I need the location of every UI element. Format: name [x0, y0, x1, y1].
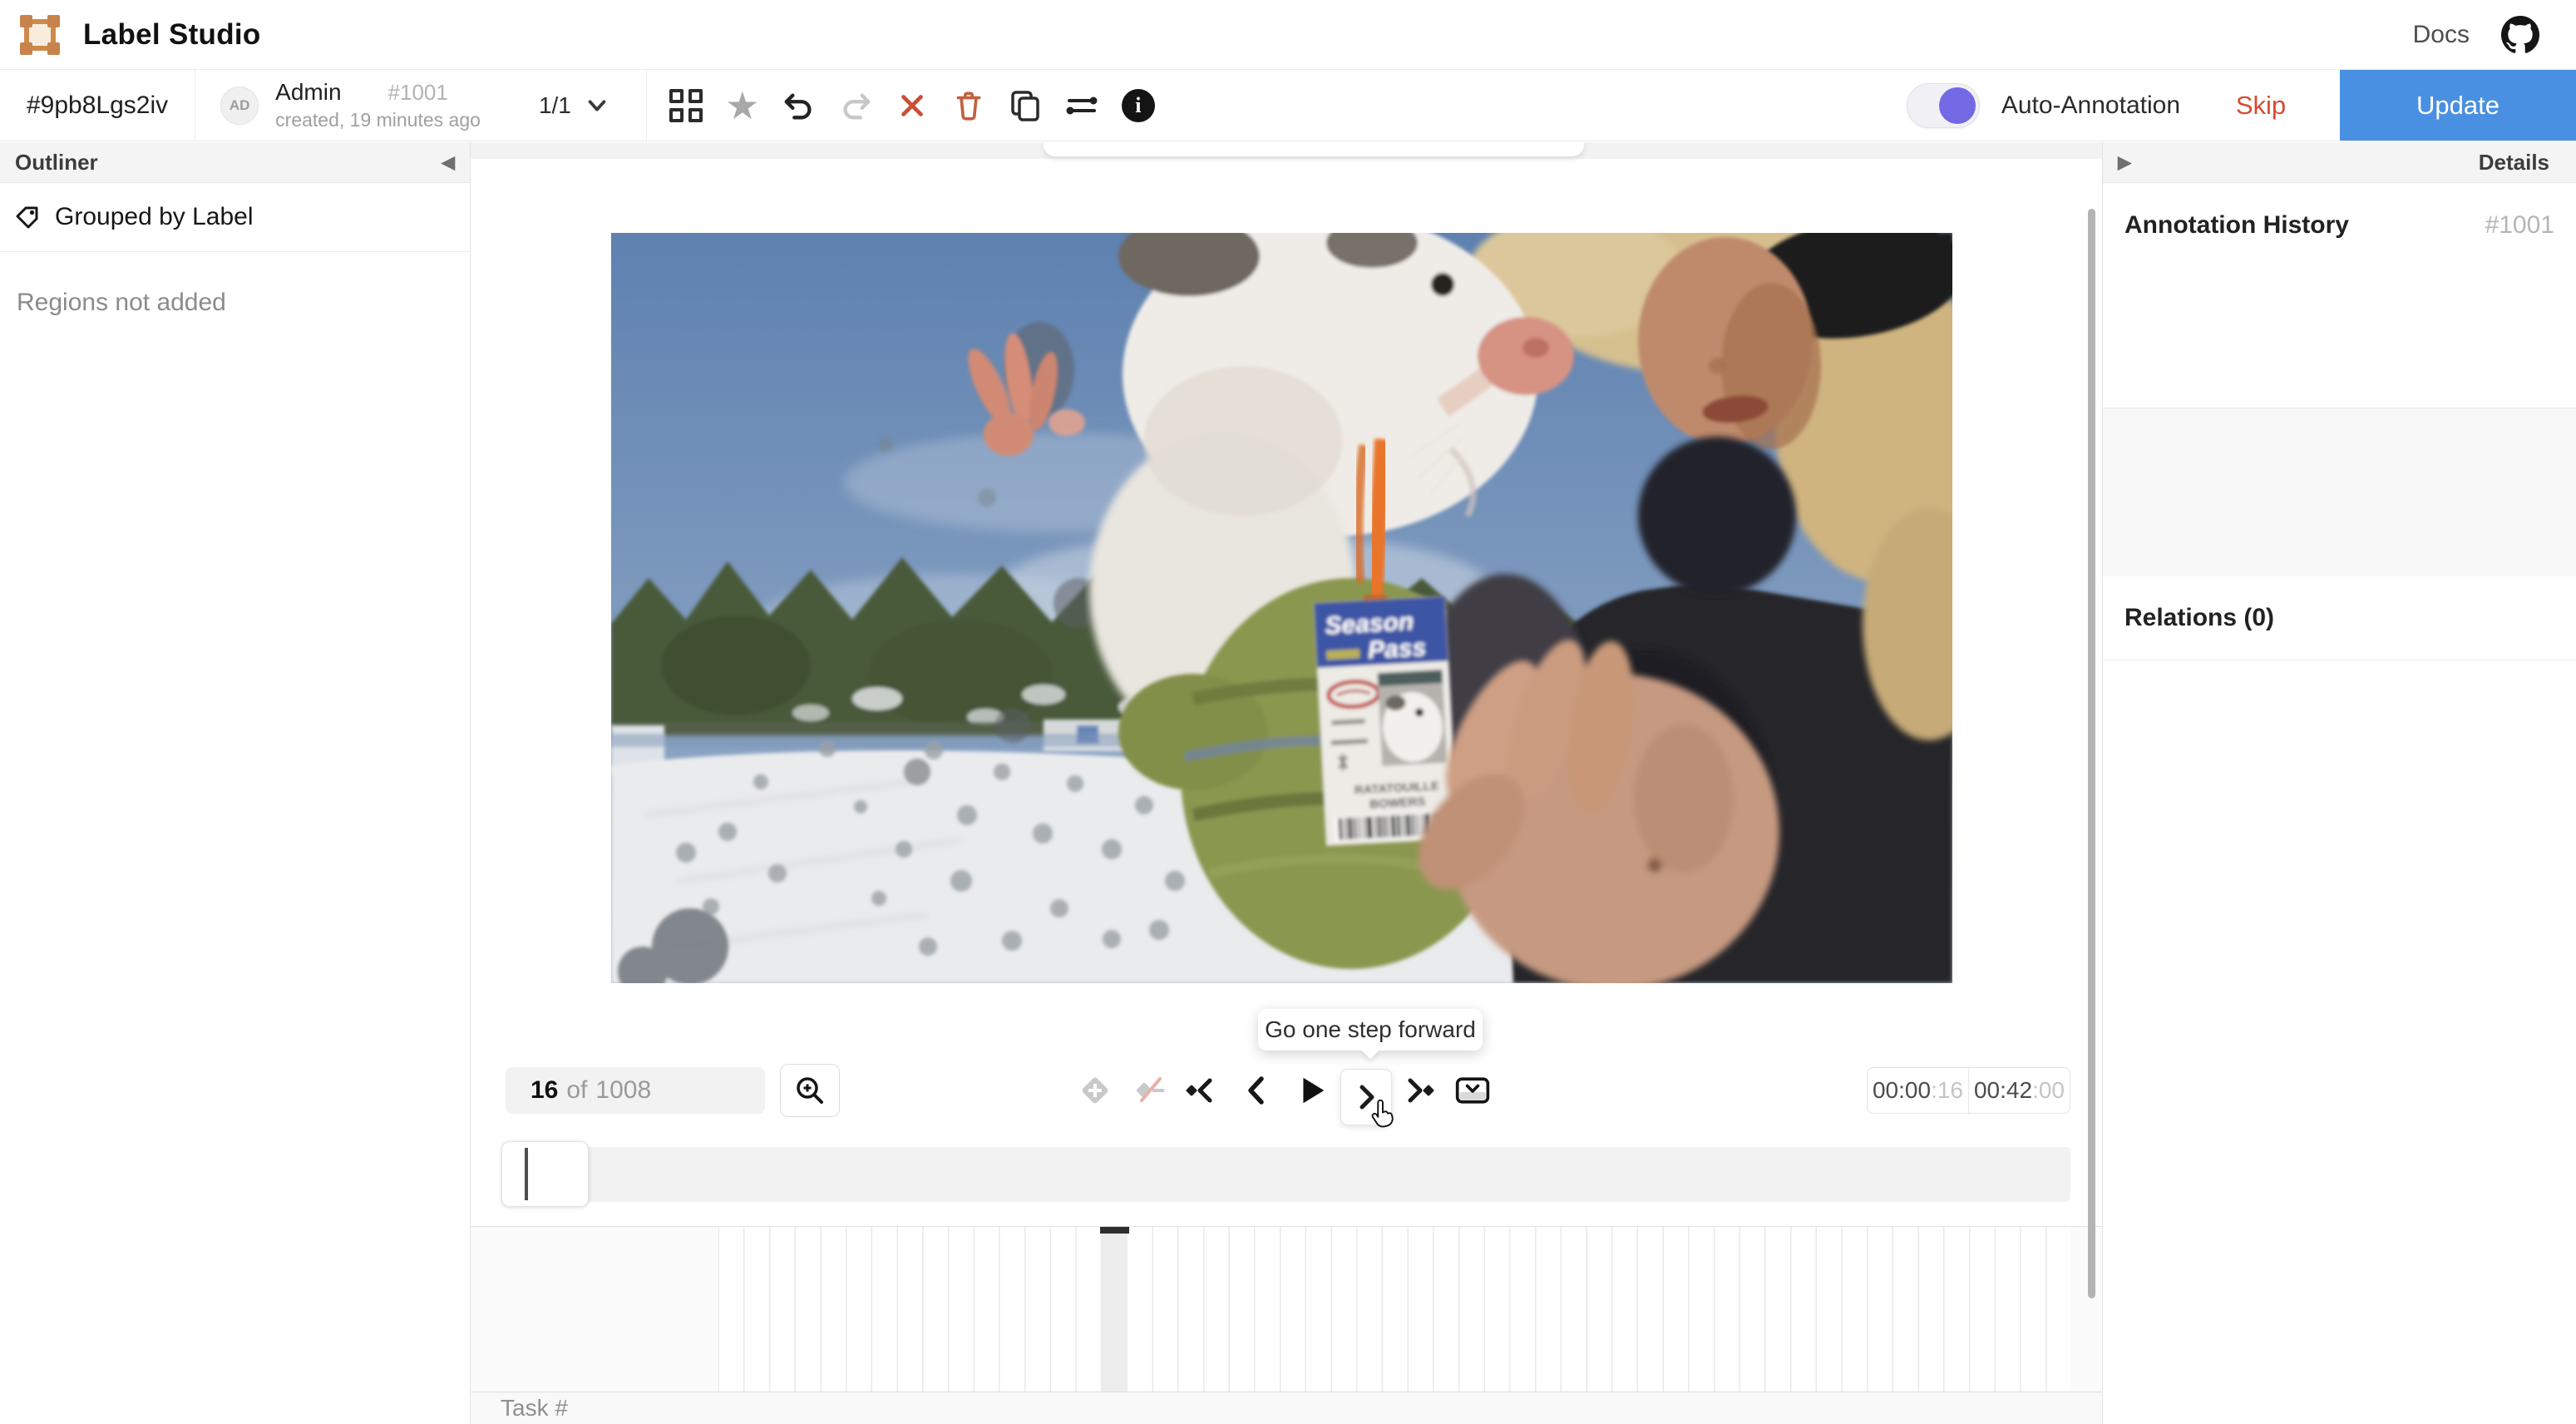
reject-icon[interactable] [893, 87, 931, 125]
hand-cursor-icon [1368, 1100, 1396, 1131]
magnifier-plus-icon [792, 1072, 828, 1109]
collapse-left-icon[interactable]: ◀ [442, 152, 455, 173]
github-icon[interactable] [2501, 16, 2539, 54]
annotations-pager-dropdown[interactable]: 1/1 [539, 92, 609, 119]
details-panel: ▶ Details Annotation History #1001 Relat… [2102, 142, 2576, 1424]
annotation-history-id: #1001 [2485, 211, 2554, 240]
interpolation-icon[interactable] [1133, 1072, 1169, 1109]
timeline-frames-grid[interactable] [718, 1227, 2070, 1393]
current-frame-marker[interactable] [1102, 1227, 1128, 1393]
annotation-id: #1001 [388, 80, 448, 106]
video-canvas[interactable]: Season Pass RATATOUILLE [611, 233, 1952, 983]
toolbar-actions: ★ [647, 87, 1177, 125]
relations-section[interactable]: Relations (0) [2103, 576, 2576, 660]
swap-settings-icon[interactable] [1063, 87, 1101, 125]
task-id: #9pb8Lgs2iv [0, 91, 195, 120]
skip-button[interactable]: Skip [2182, 70, 2340, 141]
current-time-input[interactable]: 00:00:16 [1868, 1068, 1968, 1113]
annotation-history-section: Annotation History #1001 [2103, 183, 2576, 408]
total-frames: 1008 [595, 1076, 651, 1105]
vertical-scrollbar[interactable] [2088, 209, 2095, 1298]
duplicate-icon[interactable] [1006, 87, 1044, 125]
floating-toolbar-edge [1044, 142, 1584, 156]
docs-link[interactable]: Docs [2413, 21, 2470, 49]
info-icon[interactable]: i [1119, 87, 1157, 125]
seek-handle[interactable] [501, 1141, 589, 1207]
frame-counter-input[interactable]: 16 of 1008 [506, 1067, 765, 1114]
details-title: Details [2479, 150, 2561, 176]
video-frame-image: Season Pass RATATOUILLE [611, 233, 1952, 983]
app-title: Label Studio [83, 18, 261, 52]
seek-track[interactable] [506, 1147, 2070, 1202]
collapse-right-icon[interactable]: ▶ [2118, 152, 2131, 173]
label-studio-logo[interactable] [20, 15, 60, 55]
zoom-in-button[interactable] [780, 1064, 840, 1117]
annotation-toolbar: #9pb8Lgs2iv AD Admin #1001 created, 19 m… [0, 70, 2576, 141]
auto-annotation-label: Auto-Annotation [2001, 91, 2180, 120]
group-by-label: Grouped by Label [55, 203, 254, 231]
label-studio-app: Label Studio Docs #9pb8Lgs2iv AD Admin #… [0, 0, 2576, 1424]
app-header: Label Studio Docs [0, 0, 2576, 70]
svg-text:BOWERS: BOWERS [1369, 794, 1426, 812]
main-content: Season Pass RATATOUILLE [471, 142, 2102, 1424]
annotation-created-time: created, 19 minutes ago [275, 109, 481, 131]
annotator-name: Admin [275, 79, 341, 106]
tooltip: Go one step forward [1258, 1009, 1483, 1051]
tag-icon [15, 205, 40, 230]
redo-icon[interactable] [836, 87, 875, 125]
outliner-title: Outliner [15, 150, 98, 176]
outliner-panel: Outliner ◀ Grouped by Label Regions not … [0, 142, 471, 1424]
prev-keyframe-icon[interactable] [1184, 1072, 1221, 1109]
svg-text:Pass: Pass [1367, 634, 1427, 665]
annotation-history-title: Annotation History [2124, 211, 2349, 240]
next-keyframe-icon[interactable] [1399, 1072, 1436, 1109]
timeline [471, 1226, 2102, 1392]
update-button[interactable]: Update [2340, 70, 2576, 141]
task-footer: Task # [471, 1392, 2102, 1424]
avatar: AD [220, 87, 259, 125]
auto-annotation-toggle[interactable] [1907, 83, 1980, 128]
add-keyframe-icon[interactable] [1077, 1072, 1113, 1109]
delete-icon[interactable] [950, 87, 988, 125]
grid-view-icon[interactable] [667, 87, 705, 125]
current-frame: 16 [530, 1076, 558, 1105]
regions-empty-text: Regions not added [17, 289, 470, 317]
step-forward-button[interactable] [1340, 1069, 1392, 1125]
chevron-down-icon [585, 93, 609, 118]
step-backward-icon[interactable] [1239, 1072, 1276, 1109]
star-icon[interactable]: ★ [723, 87, 762, 125]
group-by-label-dropdown[interactable]: Grouped by Label [0, 183, 470, 252]
season-pass-badge: Season Pass RATATOUILLE [1314, 596, 1458, 846]
playhead-line [525, 1148, 528, 1200]
duration-time[interactable]: 00:42:00 [1968, 1068, 2070, 1113]
time-display: 00:00:16 00:42:00 [1867, 1067, 2070, 1114]
play-icon[interactable] [1292, 1072, 1329, 1109]
frames-panel-icon[interactable] [1454, 1072, 1491, 1109]
undo-icon[interactable] [780, 87, 818, 125]
